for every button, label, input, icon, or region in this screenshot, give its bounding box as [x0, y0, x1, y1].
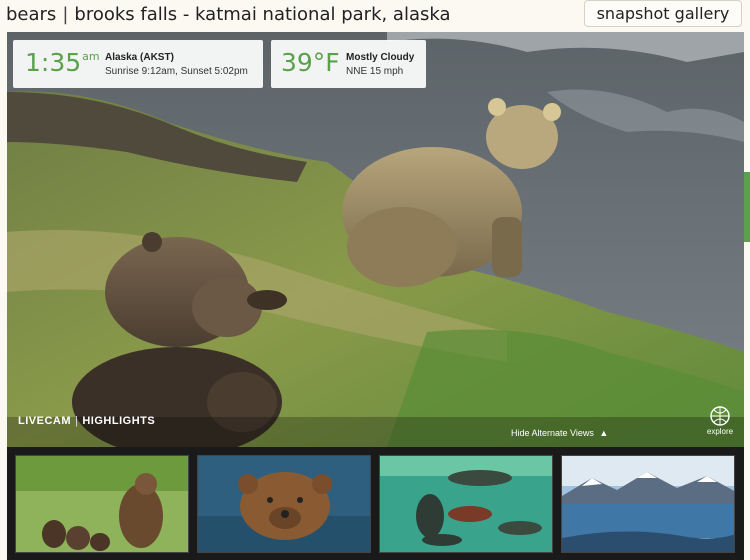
- breadcrumb: bears | brooks falls - katmai national par…: [6, 4, 451, 25]
- timezone-label: Alaska (AKST): [105, 52, 174, 63]
- local-time: 1:35am: [25, 48, 100, 77]
- wind-speed: NNE 15 mph: [346, 66, 404, 77]
- salmon-underwater-thumb: [380, 456, 552, 552]
- top-bar: bears | brooks falls - katmai national par…: [0, 0, 750, 32]
- breadcrumb-location-link[interactable]: brooks falls - katmai national park, ala…: [74, 4, 450, 25]
- explore-globe-icon: [710, 406, 730, 426]
- weather-widget: 39°F Mostly Cloudy NNE 15 mph: [271, 40, 426, 88]
- alternate-view-thumb-1[interactable]: [15, 455, 189, 553]
- snapshot-gallery-button[interactable]: snapshot gallery: [584, 0, 742, 27]
- time-widget: 1:35am Alaska (AKST) Sunrise 9:12am, Sun…: [13, 40, 263, 88]
- alternate-view-thumb-3[interactable]: [379, 455, 553, 553]
- bear-swimming-thumb: [198, 456, 370, 552]
- livecam-highlights-toggle: LIVECAM | HIGHLIGHTS: [18, 415, 155, 427]
- livecam-label[interactable]: LIVECAM: [18, 415, 71, 427]
- breadcrumb-bears-link[interactable]: bears: [6, 4, 56, 25]
- hide-alternate-views-label: Hide Alternate Views: [511, 428, 594, 438]
- lake-mountains-thumb: [562, 456, 734, 552]
- livecam-video[interactable]: [7, 32, 744, 447]
- alternate-view-thumb-4[interactable]: [561, 455, 735, 553]
- breadcrumb-separator: |: [62, 4, 69, 25]
- side-panel-tab[interactable]: [744, 172, 750, 242]
- bear-scene-image: [7, 32, 744, 447]
- bear-cubs-meadow-thumb: [16, 456, 188, 552]
- hide-alternate-views-button[interactable]: Hide Alternate Views ▲: [511, 428, 608, 438]
- explore-brand-text: explore: [706, 427, 734, 436]
- explore-logo: explore: [703, 405, 737, 436]
- alternate-views-strip: [7, 447, 744, 560]
- caret-up-icon: ▲: [599, 428, 609, 438]
- highlights-label[interactable]: HIGHLIGHTS: [82, 415, 155, 427]
- sunrise-sunset: Sunrise 9:12am, Sunset 5:02pm: [105, 66, 248, 77]
- alternate-view-thumb-2[interactable]: [197, 455, 371, 553]
- temperature: 39°F: [281, 48, 340, 77]
- livecam-divider: |: [75, 415, 79, 427]
- weather-condition: Mostly Cloudy: [346, 52, 415, 63]
